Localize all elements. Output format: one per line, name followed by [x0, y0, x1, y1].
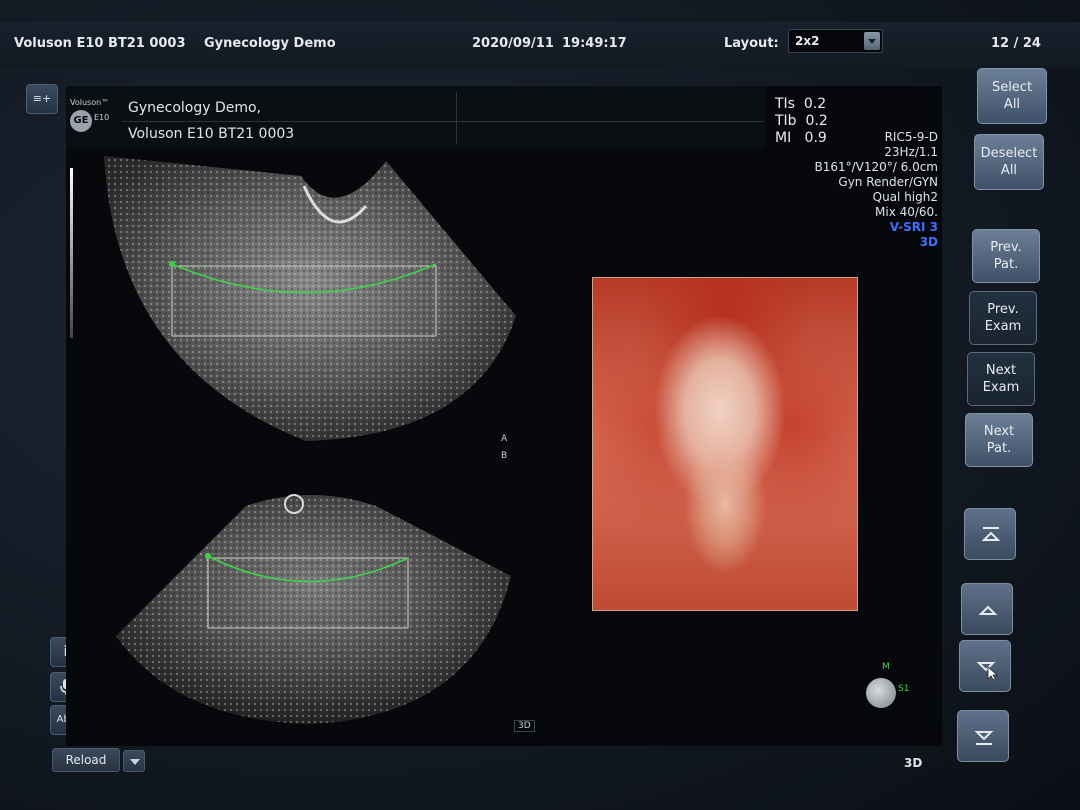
- menu-button[interactable]: ≡+: [26, 84, 58, 114]
- reload-button[interactable]: Reload: [52, 748, 120, 772]
- quality: Qual high2: [872, 190, 938, 204]
- select-all-line2: All: [1003, 97, 1021, 112]
- next-exam-button[interactable]: Next Exam: [967, 352, 1035, 406]
- plane-b-image: [116, 494, 511, 724]
- double-chevron-down-icon: [974, 731, 994, 745]
- header-divider: [122, 121, 764, 122]
- quadrant-3d-tag: 3D: [514, 720, 535, 732]
- deselect-all-line1: Deselect: [980, 146, 1038, 161]
- next-exam-line1: Next: [985, 363, 1017, 378]
- plane-a-image: [104, 156, 516, 441]
- vsri: V-SRI 3: [889, 220, 938, 234]
- ge-logo-icon: GE: [70, 110, 92, 132]
- angles: B161°/V120°/ 6.0cm: [814, 160, 938, 174]
- reload-dropdown-button[interactable]: [123, 750, 145, 772]
- layout-label: Layout:: [724, 36, 779, 51]
- footer-mode: 3D: [904, 756, 923, 770]
- render-preset: Gyn Render/GYN: [838, 175, 938, 189]
- next-patient-button[interactable]: Next Pat.: [965, 413, 1033, 467]
- demo-name: Gynecology Demo: [204, 36, 336, 51]
- brand-model: E10: [94, 113, 110, 122]
- page-counter: 12 / 24: [991, 36, 1041, 51]
- plane-a-label: A: [501, 434, 508, 444]
- acquisition-params: RIC5-9-D 23Hz/1.1 B161°/V120°/ 6.0cm Gyn…: [814, 130, 938, 250]
- header-divider-vertical: [456, 92, 457, 144]
- next-pat-line1: Next: [983, 424, 1015, 439]
- orientation-marker: [866, 678, 896, 708]
- chevron-down-icon[interactable]: [864, 32, 880, 50]
- top-bar: Voluson E10 BT21 0003 Gynecology Demo 20…: [0, 22, 1080, 68]
- double-chevron-up-icon: [981, 527, 1001, 541]
- date: 2020/09/11: [472, 36, 554, 51]
- prev-pat-line2: Pat.: [993, 257, 1019, 272]
- ge-logo: Voluson™ GE E10: [70, 98, 118, 132]
- select-all-button[interactable]: Select All: [977, 68, 1047, 124]
- prev-exam-line2: Exam: [984, 319, 1022, 334]
- scroll-bottom-button[interactable]: [957, 710, 1009, 762]
- tib-value: TIb 0.2: [775, 113, 828, 129]
- scroll-top-button[interactable]: [964, 508, 1016, 560]
- probe: RIC5-9-D: [884, 130, 938, 144]
- mix: Mix 40/60.: [875, 205, 938, 219]
- layout-value: 2x2: [795, 34, 820, 48]
- gray-scale-bar: [70, 168, 73, 338]
- next-pat-line2: Pat.: [986, 441, 1012, 456]
- frame-rate: 23Hz/1.1: [884, 145, 938, 159]
- layout-select[interactable]: 2x2: [788, 29, 883, 53]
- scroll-down-button[interactable]: [959, 640, 1011, 692]
- prev-exam-button[interactable]: Prev. Exam: [969, 291, 1037, 345]
- prev-pat-line1: Prev.: [990, 240, 1022, 255]
- prev-patient-button[interactable]: Prev. Pat.: [972, 229, 1040, 283]
- device-name: Voluson E10 BT21 0003: [14, 36, 186, 51]
- orientation-s1-label: S1: [898, 684, 910, 694]
- orientation-m-label: M: [882, 662, 890, 672]
- header-line-1: Gynecology Demo,: [128, 100, 262, 116]
- deselect-all-button[interactable]: Deselect All: [974, 134, 1044, 190]
- image-panel: Voluson™ GE E10 Gynecology Demo, Voluson …: [66, 86, 942, 746]
- select-all-line1: Select: [991, 80, 1033, 95]
- chevron-down-icon: [976, 662, 998, 679]
- prev-exam-line1: Prev.: [987, 302, 1019, 317]
- next-exam-line2: Exam: [982, 380, 1020, 395]
- header-line-2: Voluson E10 BT21 0003: [128, 126, 295, 142]
- chevron-up-icon: [978, 605, 998, 615]
- time: 19:49:17: [562, 36, 627, 51]
- brand-text: Voluson™: [70, 98, 110, 107]
- deselect-all-line2: All: [1000, 163, 1018, 178]
- 3d-render-image: [592, 277, 858, 611]
- mode-3d: 3D: [919, 235, 938, 249]
- tis-value: TIs 0.2: [775, 96, 827, 112]
- ultrasound-screen: Voluson E10 BT21 0003 Gynecology Demo 20…: [0, 0, 1080, 810]
- plane-b-label: B: [501, 451, 508, 461]
- patient-header: Voluson™ GE E10 Gynecology Demo, Voluson …: [66, 86, 766, 148]
- scroll-up-button[interactable]: [961, 583, 1013, 635]
